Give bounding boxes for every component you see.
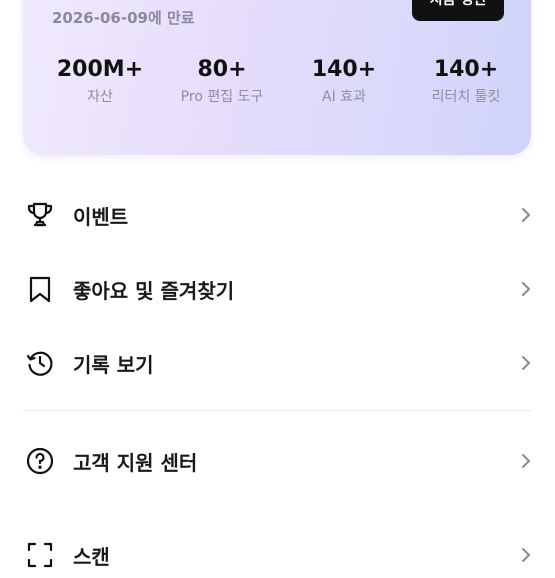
chevron-right-icon bbox=[519, 206, 533, 224]
chevron-right-icon bbox=[519, 354, 533, 372]
history-icon bbox=[23, 346, 57, 380]
stat-label: AI 효과 bbox=[322, 89, 366, 105]
menu-item-label: 좋아요 및 즐겨찾기 bbox=[73, 278, 235, 303]
stat-label: 자산 bbox=[87, 89, 113, 105]
menu-item-events[interactable]: 이벤트 bbox=[23, 192, 533, 238]
menu-item-history[interactable]: 기록 보기 bbox=[23, 340, 533, 386]
stat-label: 리터치 툴킷 bbox=[431, 89, 501, 105]
menu-item-label: 이벤트 bbox=[73, 204, 129, 229]
stat-ai-effects: 140+ AI 효과 bbox=[283, 56, 405, 106]
menu-item-label: 스캔 bbox=[73, 544, 110, 569]
divider bbox=[23, 410, 531, 411]
trophy-icon bbox=[23, 198, 57, 232]
subscription-card: 2026-06-09에 만료 지금 갱신 200M+ 자산 80+ Pro 편집… bbox=[23, 0, 531, 155]
chevron-right-icon bbox=[519, 280, 533, 298]
menu-item-support-center[interactable]: 고객 지원 센터 bbox=[23, 438, 533, 484]
chevron-right-icon bbox=[519, 452, 533, 470]
help-circle-icon bbox=[23, 444, 57, 478]
stat-value: 200M+ bbox=[56, 57, 144, 82]
menu-item-likes-favorites[interactable]: 좋아요 및 즐겨찾기 bbox=[23, 266, 533, 312]
stat-value: 140+ bbox=[311, 57, 377, 82]
menu-item-label: 기록 보기 bbox=[73, 352, 154, 377]
menu-item-label: 고객 지원 센터 bbox=[73, 450, 198, 475]
stat-retouch-toolkit: 140+ 리터치 툴킷 bbox=[405, 56, 527, 106]
renew-button[interactable]: 지금 갱신 bbox=[412, 0, 504, 21]
bookmark-icon bbox=[23, 272, 57, 306]
menu-item-scan[interactable]: 스캔 bbox=[23, 532, 533, 578]
stats-row: 200M+ 자산 80+ Pro 편집 도구 140+ AI 효과 140+ 리… bbox=[39, 56, 527, 106]
stat-value: 140+ bbox=[433, 57, 499, 82]
scan-icon bbox=[23, 538, 57, 572]
stat-assets: 200M+ 자산 bbox=[39, 56, 161, 106]
stat-label: Pro 편집 도구 bbox=[180, 89, 264, 105]
chevron-right-icon bbox=[519, 546, 533, 564]
expiry-text: 2026-06-09에 만료 bbox=[52, 9, 195, 27]
stat-value: 80+ bbox=[197, 57, 247, 82]
stat-pro-tools: 80+ Pro 편집 도구 bbox=[161, 56, 283, 106]
